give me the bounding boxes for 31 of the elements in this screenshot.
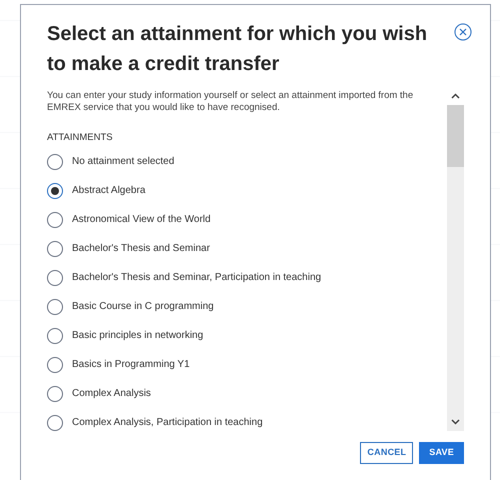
section-label: ATTAINMENTS xyxy=(47,131,114,145)
radio-option[interactable]: Complex Analysis xyxy=(47,379,151,408)
radio-button[interactable] xyxy=(47,154,63,170)
cancel-button[interactable]: CANCEL xyxy=(360,442,414,464)
save-button[interactable]: SAVE xyxy=(419,442,464,464)
radio-option[interactable]: Astronomical View of the World xyxy=(47,205,211,234)
close-button[interactable] xyxy=(454,23,472,41)
radio-button[interactable] xyxy=(47,270,63,286)
radio-button[interactable] xyxy=(47,328,63,344)
scrollbar-thumb[interactable] xyxy=(447,105,464,167)
radio-option[interactable]: Abstract Algebra xyxy=(47,176,146,206)
radio-option[interactable]: Basic Course in C programming xyxy=(47,292,214,322)
radio-button[interactable] xyxy=(47,212,63,228)
radio-button[interactable] xyxy=(47,182,63,199)
scroll-up-icon[interactable] xyxy=(451,93,460,99)
radio-button[interactable] xyxy=(47,298,63,315)
scrollbar[interactable] xyxy=(447,87,464,431)
radio-button[interactable] xyxy=(47,414,63,431)
close-icon xyxy=(454,23,472,41)
radio-option[interactable]: Complex Analysis, Participation in teaching xyxy=(47,408,263,431)
radio-option[interactable]: Bachelor's Thesis and Seminar xyxy=(47,234,210,264)
radio-option[interactable]: No attainment selected xyxy=(47,147,174,176)
radio-option[interactable]: Bachelor's Thesis and Seminar, Participation in teaching xyxy=(47,263,322,292)
radio-button[interactable] xyxy=(47,356,63,373)
scroll-down-icon[interactable] xyxy=(451,419,460,425)
radio-option[interactable]: Basic principles in networking xyxy=(47,321,204,350)
description: You can enter your study information yourself or select an attainment imported from the EMREX service that you would like to have recognised. xyxy=(47,89,414,114)
radio-option[interactable]: Basics in Programming Y1 xyxy=(47,350,190,380)
radio-button[interactable] xyxy=(47,240,63,257)
radio-button[interactable] xyxy=(47,386,63,402)
dialog-title: Select an attainment for which you wish to make a credit transfer xyxy=(47,22,428,77)
